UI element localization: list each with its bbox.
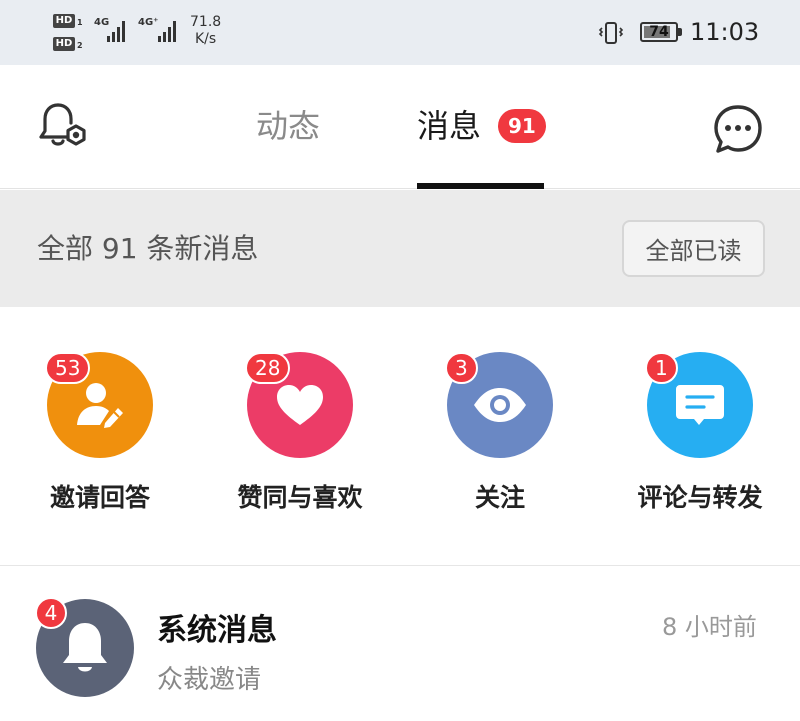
tab-dynamic[interactable]: 动态	[256, 105, 320, 147]
tab-messages[interactable]: 消息	[417, 105, 481, 147]
category-badge: 28	[245, 352, 291, 384]
chat-bubble-icon[interactable]	[712, 103, 764, 155]
battery-icon: 74	[640, 22, 678, 42]
vibrate-icon	[598, 22, 624, 44]
network-speed: 71.8 K/s	[190, 14, 221, 48]
speed-value: 71.8	[190, 14, 222, 30]
category-label: 邀请回答	[49, 483, 150, 512]
category-badge: 53	[45, 352, 91, 384]
category-label: 赞同与喜欢	[237, 483, 363, 512]
category-comments[interactable]: 1 评论与转发	[600, 352, 800, 552]
category-label: 评论与转发	[637, 483, 763, 512]
speed-unit: K/s	[194, 31, 217, 47]
battery-level: 74	[649, 24, 669, 40]
message-categories: 53 邀请回答 28 赞同与喜欢 3 关注 1 评论与转发	[0, 307, 800, 566]
category-follow[interactable]: 3 关注	[400, 352, 600, 552]
signal1-icon	[107, 20, 125, 42]
battery-tip	[678, 28, 682, 36]
system-message-row[interactable]: 4 系统消息 众裁邀请 8 小时前	[0, 567, 800, 721]
status-bar: HD 1 HD 2 4G 4G⁺ 71.8 K/s 74 11:03	[0, 0, 800, 65]
network2-label: 4G⁺	[138, 17, 159, 28]
clock: 11:03	[690, 18, 760, 46]
category-label: 关注	[474, 483, 525, 512]
system-message-badge: 4	[35, 597, 67, 629]
signal2-icon	[158, 20, 176, 42]
category-invite-answer[interactable]: 53 邀请回答	[0, 352, 200, 552]
system-message-time: 8 小时前	[662, 613, 757, 641]
system-message-subtitle: 众裁邀请	[157, 665, 262, 695]
bell-settings-icon[interactable]	[38, 101, 90, 153]
new-messages-count-text: 全部 91 条新消息	[37, 232, 259, 265]
user-edit-icon	[77, 383, 123, 428]
hd-sim2-icon: HD	[53, 37, 75, 51]
mark-all-read-button[interactable]: 全部已读	[622, 220, 765, 277]
messages-count-badge: 91	[498, 109, 546, 143]
category-likes[interactable]: 28 赞同与喜欢	[200, 352, 400, 552]
sim1-index: 1	[77, 18, 83, 27]
new-messages-summary: 全部 91 条新消息 全部已读	[0, 190, 800, 307]
heart-icon	[277, 385, 323, 425]
category-badge: 3	[445, 352, 478, 384]
eye-icon	[474, 388, 526, 422]
active-tab-indicator	[417, 183, 544, 189]
hd-sim1-icon: HD	[53, 14, 75, 28]
header: 动态 消息 91	[0, 65, 800, 189]
comment-icon	[676, 385, 724, 425]
sim2-index: 2	[77, 41, 83, 50]
system-message-title: 系统消息	[157, 613, 277, 648]
category-badge: 1	[645, 352, 678, 384]
bell-icon	[63, 623, 107, 672]
